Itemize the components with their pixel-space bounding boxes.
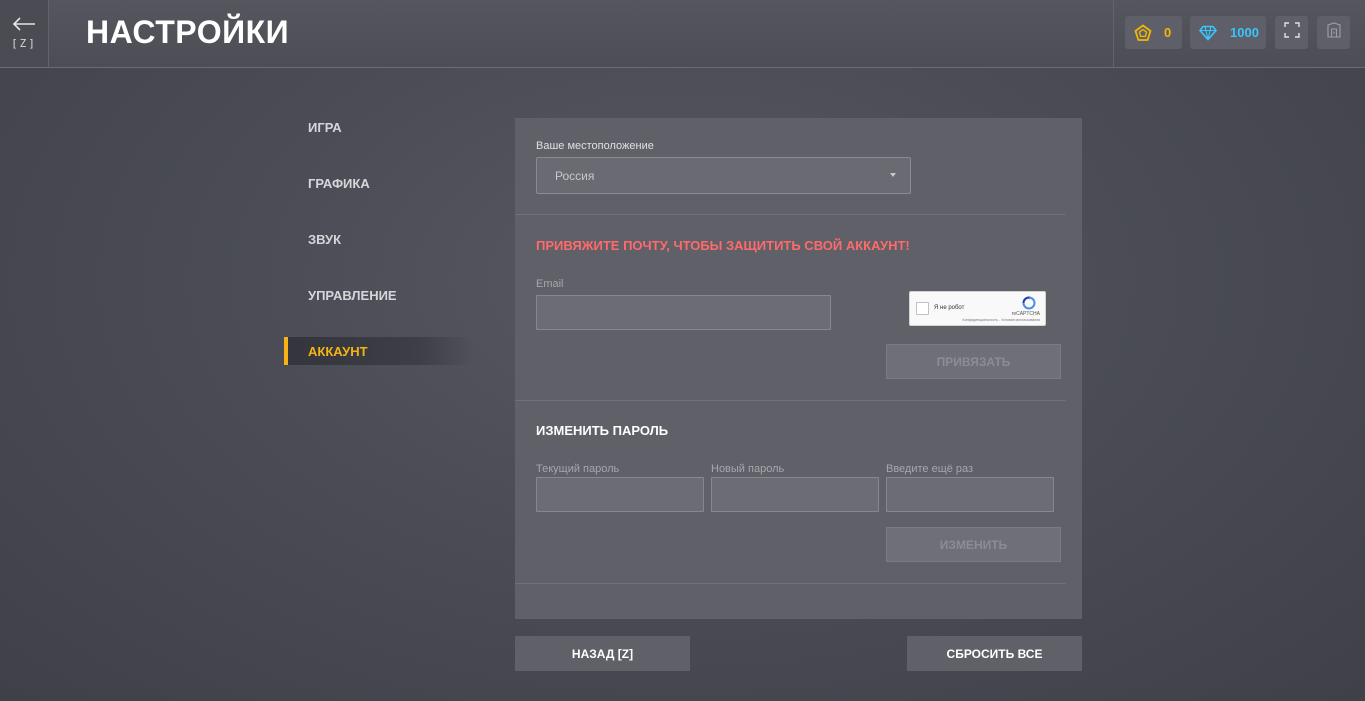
gold-currency[interactable]: 0 [1125, 16, 1182, 49]
nav-item-graphics[interactable]: ГРАФИКА [284, 169, 474, 197]
chevron-down-icon [890, 173, 896, 177]
email-warning: ПРИВЯЖИТЕ ПОЧТУ, ЧТОБЫ ЗАЩИТИТЬ СВОЙ АКК… [536, 238, 910, 253]
section-divider [515, 400, 1066, 401]
repeat-password-label: Введите ещё раз [886, 463, 974, 475]
email-input[interactable] [536, 295, 831, 330]
new-password-label: Новый пароль [711, 463, 785, 475]
back-hotkey-label: [Z] [11, 37, 37, 50]
exit-button[interactable]: H [1317, 16, 1350, 49]
page-title: НАСТРОЙКИ [86, 14, 290, 50]
location-label: Ваше местоположение [536, 140, 654, 152]
recaptcha-widget[interactable]: Я не робот reCAPTCHA Конфиденциальность … [909, 291, 1046, 326]
nav-item-controls[interactable]: УПРАВЛЕНИЕ [284, 281, 474, 309]
new-password-input[interactable] [711, 477, 879, 512]
back-button[interactable]: [Z] [0, 0, 49, 67]
current-password-input[interactable] [536, 477, 704, 512]
nav-item-sound[interactable]: ЗВУК [284, 225, 474, 253]
recaptcha-label: Я не робот [934, 305, 965, 311]
gold-coin-icon [1134, 23, 1152, 42]
nav-item-account[interactable]: АККАУНТ [284, 337, 474, 365]
bind-email-button[interactable]: ПРИВЯЗАТЬ [886, 344, 1061, 379]
repeat-password-input[interactable] [886, 477, 1054, 512]
arrow-left-icon [12, 17, 36, 31]
email-label: Email [536, 278, 564, 290]
recaptcha-links[interactable]: Конфиденциальность - Условия использован… [963, 318, 1040, 322]
location-select[interactable]: Россия [536, 157, 911, 194]
recaptcha-checkbox[interactable] [916, 302, 929, 315]
settings-nav: ИГРА ГРАФИКА ЗВУК УПРАВЛЕНИЕ АККАУНТ [284, 113, 474, 393]
gold-value: 0 [1164, 25, 1172, 40]
fullscreen-icon [1283, 22, 1300, 43]
nav-item-game[interactable]: ИГРА [284, 113, 474, 141]
change-password-button[interactable]: ИЗМЕНИТЬ [886, 527, 1061, 562]
location-value: Россия [555, 168, 595, 183]
header-currency-area: 0 1000 H [1113, 0, 1365, 67]
exit-door-icon: H [1326, 22, 1342, 43]
reset-all-button[interactable]: СБРОСИТЬ ВСЕ [907, 636, 1082, 671]
fullscreen-button[interactable] [1275, 16, 1308, 49]
section-divider [515, 214, 1066, 215]
current-password-label: Текущий пароль [536, 463, 620, 475]
back-bottom-button[interactable]: НАЗАД [Z] [515, 636, 690, 671]
section-divider [515, 583, 1066, 584]
svg-text:H: H [1332, 31, 1335, 36]
top-bar: [Z] НАСТРОЙКИ 0 1000 H [0, 0, 1365, 68]
account-settings-panel: Ваше местоположение Россия ПРИВЯЖИТЕ ПОЧ… [515, 118, 1082, 619]
recaptcha-brand: reCAPTCHA [1011, 311, 1040, 317]
change-password-title: ИЗМЕНИТЬ ПАРОЛЬ [536, 423, 669, 438]
gems-currency[interactable]: 1000 [1190, 16, 1266, 49]
gems-value: 1000 [1230, 25, 1259, 40]
diamond-icon [1199, 25, 1217, 41]
